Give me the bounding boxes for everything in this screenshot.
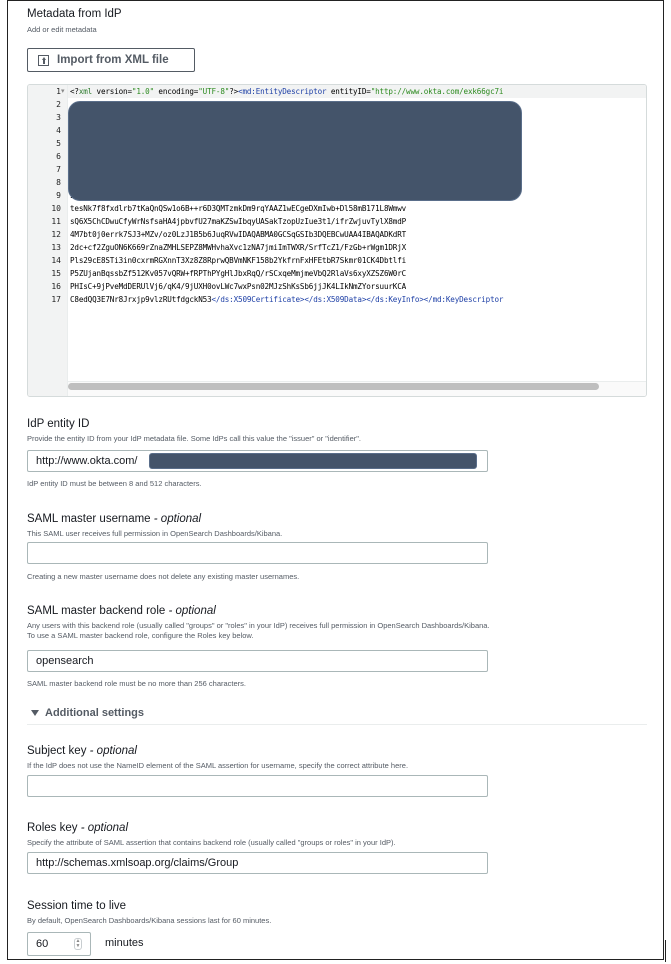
line-number: 7 [56, 165, 61, 174]
code-line: P5ZUjanBqssbZf512Kv057vQRW+fRPThPYgHlJbx… [70, 269, 407, 278]
session-ttl-input[interactable]: 60 ▲ ▼ [27, 932, 91, 956]
line-number: 2 [56, 100, 61, 109]
value-entity-id: "http://www.okta.com/exk66gc7i [370, 87, 504, 96]
session-ttl-unit: minutes [105, 937, 144, 949]
session-ttl-label: Session time to live [27, 900, 127, 912]
line-number: 11 [51, 217, 61, 226]
backend-role-description-1: Any users with this backend role (usuall… [27, 621, 490, 630]
line-number: 13 [51, 243, 61, 252]
code-line: tesNk7f8fxdlrb7tKaQnQSw1o6B++r6D3QMTzmkD… [70, 204, 407, 213]
horizontal-scrollbar-thumb[interactable] [68, 383, 599, 390]
code-line: 2dc+cf2ZguON6K669rZnaZMHLSEPZ8MWHvhaXvc1… [70, 243, 407, 252]
optional-tag: - optional [80, 822, 129, 834]
code-line: 4M7bt0j0errk7SJ3+MZv/oz0LzJ1B5b6JuqRVwID… [70, 230, 407, 239]
optional-tag: - optional [153, 513, 202, 525]
code-line-17: C8edQQ3E7Nr8Jrxjp9vlzRUtfdgckN53</ds:X50… [70, 293, 503, 306]
line-number: 17 [51, 295, 61, 304]
backend-role-hint: SAML master backend role must be no more… [27, 679, 246, 688]
additional-settings-label: Additional settings [45, 707, 144, 719]
subject-key-description: If the IdP does not use the NameID eleme… [27, 761, 409, 770]
code-line-1: <?xml version="1.0" encoding="UTF-8"?><m… [70, 85, 503, 98]
entity-id-value: http://www.okta.com/ [36, 455, 138, 467]
upload-file-icon [38, 54, 49, 66]
value-version: "1.0" [131, 87, 155, 96]
master-username-input[interactable] [27, 542, 488, 564]
line-number: 16 [51, 282, 61, 291]
line-number: 9 [56, 191, 61, 200]
attr-entity-id: entityID= [326, 87, 371, 96]
session-ttl-value: 60 [36, 938, 49, 950]
line-number: 14 [51, 256, 61, 265]
fold-toggle-icon[interactable]: ▾ [61, 85, 65, 98]
roles-key-description: Specify the attribute of SAML assertion … [27, 838, 396, 847]
code-line: PHIsC+9jPveMdDERUlVj6/qK4/9jUXH0ovLWc7wx… [70, 282, 407, 291]
line-number: 6 [56, 152, 61, 161]
optional-tag: - optional [89, 745, 137, 757]
metadata-subtitle: Add or edit metadata [27, 25, 97, 34]
caret-down-icon [31, 710, 39, 716]
backend-role-value: opensearch [36, 655, 94, 667]
subject-key-label-text: Subject key [27, 745, 87, 757]
session-ttl-description: By default, OpenSearch Dashboards/Kibana… [27, 916, 272, 925]
text-cursor [665, 940, 666, 962]
line-number: 5 [56, 139, 61, 148]
xml-decl-close: ?> [229, 87, 239, 96]
backend-role-input[interactable]: opensearch [27, 650, 488, 672]
backend-role-label: SAML master backend role - optional [27, 605, 216, 617]
attr-version: version= [92, 87, 133, 96]
section-divider [27, 724, 647, 725]
code-line: Pls29cE8STi3in0cxrmRGXnnT3Xz8Z8RprwQBVmN… [70, 256, 407, 265]
master-username-description: This SAML user receives full permission … [27, 529, 283, 538]
value-encoding: "UTF-8" [198, 87, 230, 96]
additional-settings-toggle[interactable]: Additional settings [31, 707, 144, 719]
attr-encoding: encoding= [154, 87, 199, 96]
line-number: 4 [56, 126, 61, 135]
number-spinner-icon[interactable]: ▲ ▼ [74, 938, 82, 950]
metadata-title: Metadata from IdP [27, 8, 122, 20]
line-number: 1 [56, 87, 61, 96]
master-username-hint: Creating a new master username does not … [27, 572, 300, 581]
code-line: sQ6X5ChCDwuCfyWrNsfsaHA4jpbvfU27maKZSwIb… [70, 217, 407, 226]
redacted-region [68, 101, 522, 201]
entity-id-hint: IdP entity ID must be between 8 and 512 … [27, 479, 202, 488]
import-xml-button[interactable]: Import from XML file [27, 48, 195, 72]
roles-key-label: Roles key - optional [27, 822, 128, 834]
line-number: 10 [51, 204, 61, 213]
roles-key-value: http://schemas.xmlsoap.org/claims/Group [36, 857, 239, 869]
subject-key-input[interactable] [27, 775, 488, 797]
optional-tag: - optional [168, 605, 216, 617]
import-xml-label: Import from XML file [57, 54, 169, 66]
entity-id-label: IdP entity ID [27, 418, 90, 430]
entity-id-description: Provide the entity ID from your IdP meta… [27, 434, 361, 443]
line-number: 12 [51, 230, 61, 239]
master-username-label: SAML master username - optional [27, 513, 201, 525]
line-number: 8 [56, 178, 61, 187]
certificate-tail: C8edQQ3E7Nr8Jrxjp9vlzRUtfdgckN53 [70, 295, 212, 304]
backend-role-description-2: To use a SAML master backend role, confi… [27, 631, 254, 640]
redacted-entity-id [149, 453, 477, 469]
backend-role-label-text: SAML master backend role [27, 605, 166, 617]
closing-tags: </ds:X509Certificate></ds:X509Data></ds:… [211, 295, 504, 304]
roles-key-label-text: Roles key [27, 822, 78, 834]
entity-descriptor-tag: <md:EntityDescriptor [238, 87, 327, 96]
line-number: 15 [51, 269, 61, 278]
xml-decl-open: <? [70, 87, 79, 96]
xml-keyword: xml [78, 87, 93, 96]
subject-key-label: Subject key - optional [27, 745, 137, 757]
line-number: 3 [56, 113, 61, 122]
master-username-label-text: SAML master username [27, 513, 151, 525]
roles-key-input[interactable]: http://schemas.xmlsoap.org/claims/Group [27, 852, 488, 874]
